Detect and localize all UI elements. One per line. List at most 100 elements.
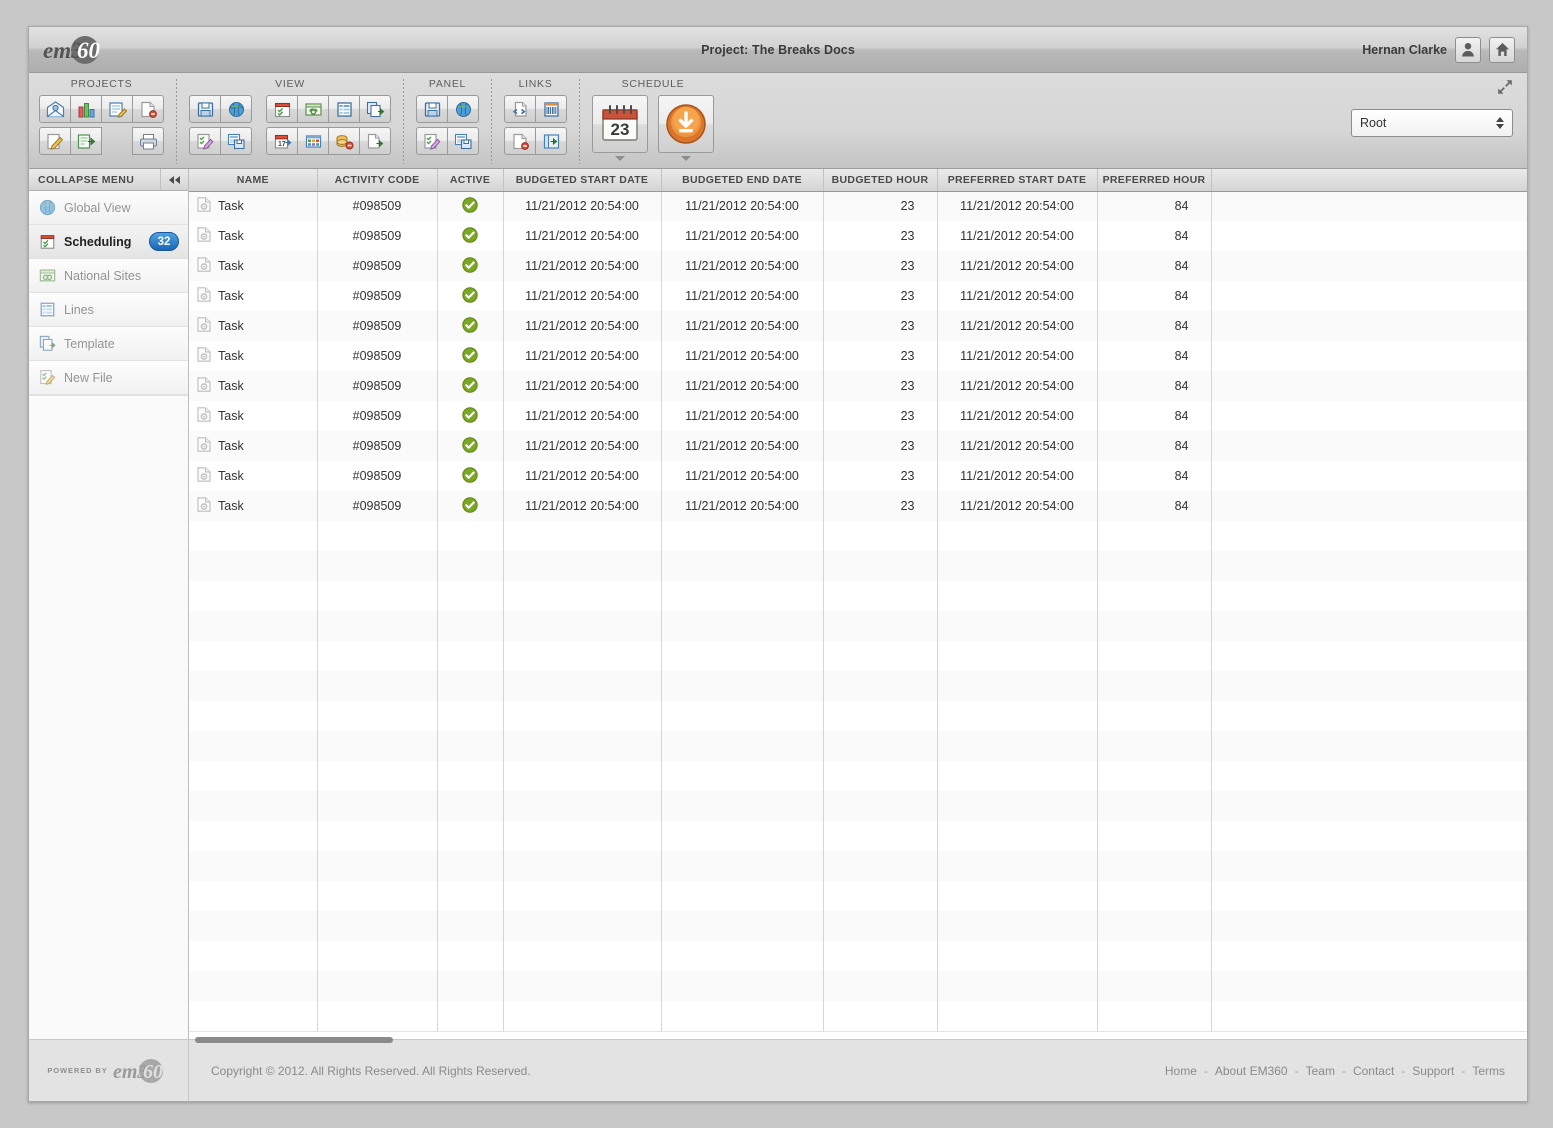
user-silhouette-icon[interactable] — [1455, 36, 1481, 63]
sidebar-item-national-sites[interactable]: National Sites — [29, 259, 188, 293]
cell-filler — [1211, 281, 1527, 311]
cell-code: #098509 — [317, 491, 438, 521]
footer-link-support[interactable]: Support — [1412, 1064, 1454, 1078]
document-delete-icon[interactable] — [132, 95, 164, 123]
document-edit-icon[interactable] — [101, 95, 133, 123]
table-row-empty — [189, 581, 1527, 611]
report-save-icon[interactable] — [447, 127, 479, 155]
document-export-icon[interactable] — [70, 127, 102, 155]
cell-empty — [1211, 611, 1527, 641]
report-save-icon[interactable] — [220, 127, 252, 155]
globe-icon[interactable] — [220, 95, 252, 123]
printer-icon[interactable] — [132, 127, 164, 155]
grid-color-icon[interactable] — [297, 127, 329, 155]
task-name-label: Task — [218, 289, 244, 303]
table-row[interactable]: Task #098509 11/21/2012 20:54:00 11/21/2012… — [189, 281, 1527, 311]
cell-empty — [661, 941, 824, 971]
column-header-filler[interactable] — [1211, 169, 1527, 192]
sidebar-item-lines[interactable]: Lines — [29, 293, 188, 327]
scope-select[interactable]: Root — [1351, 109, 1513, 137]
document-edit-pencil-icon[interactable] — [189, 127, 221, 155]
sidebar-item-scheduling[interactable]: Scheduling 32 — [29, 225, 188, 259]
calendar-check-icon[interactable] — [266, 95, 298, 123]
document-gear-icon — [197, 437, 211, 455]
sidebar-item-global-view[interactable]: Global View — [29, 191, 188, 225]
table-row-empty — [189, 791, 1527, 821]
table-row[interactable]: Task #098509 11/21/2012 20:54:00 11/21/2012… — [189, 371, 1527, 401]
barcode-icon[interactable] — [535, 95, 567, 123]
cell-empty — [661, 581, 824, 611]
cell-code: #098509 — [317, 221, 438, 251]
footer-link-about-em360[interactable]: About EM360 — [1215, 1064, 1288, 1078]
cell-bend: 11/21/2012 20:54:00 — [661, 401, 824, 431]
expand-fullscreen-icon[interactable] — [1497, 79, 1513, 100]
home-icon[interactable] — [1489, 36, 1515, 63]
sidebar-item-new-file[interactable]: New File — [29, 361, 188, 395]
table-row[interactable]: Task #098509 11/21/2012 20:54:00 11/21/2012… — [189, 401, 1527, 431]
coins-delete-icon[interactable] — [328, 127, 360, 155]
cell-empty — [437, 911, 504, 941]
calendar-17-icon[interactable]: 17 — [266, 127, 298, 155]
column-header-name[interactable]: NAME — [189, 169, 318, 192]
cell-empty — [1211, 581, 1527, 611]
schedule-calendar-dropdown-caret[interactable] — [615, 156, 625, 161]
cell-filler — [1211, 221, 1527, 251]
cell-empty — [1097, 611, 1212, 641]
code-document-icon[interactable] — [504, 95, 536, 123]
table-row[interactable]: Task #098509 11/21/2012 20:54:00 11/21/2012… — [189, 311, 1527, 341]
table-row[interactable]: Task #098509 11/21/2012 20:54:00 11/21/2012… — [189, 491, 1527, 521]
table-row[interactable]: Task #098509 11/21/2012 20:54:00 11/21/2012… — [189, 221, 1527, 251]
cell-filler — [1211, 431, 1527, 461]
schedule-download-dropdown-caret[interactable] — [681, 156, 691, 161]
document-gear-icon — [197, 407, 211, 425]
column-header-bend[interactable]: BUDGETED END DATE — [661, 169, 824, 192]
pencil-edit-icon[interactable] — [39, 127, 71, 155]
bar-chart-icon[interactable] — [70, 95, 102, 123]
cell-bhour: 23 — [823, 491, 938, 521]
download-circle-icon[interactable] — [658, 95, 714, 153]
save-floppy-icon[interactable] — [416, 95, 448, 123]
task-name-label: Task — [218, 199, 244, 214]
cell-phour: 84 — [1097, 281, 1212, 311]
document-delete-icon[interactable] — [504, 127, 536, 155]
footer-link-team[interactable]: Team — [1306, 1064, 1335, 1078]
window-link-icon[interactable] — [297, 95, 329, 123]
cell-empty — [1097, 731, 1212, 761]
cell-empty — [189, 731, 318, 761]
document-arrow-icon[interactable] — [359, 127, 391, 155]
column-header-pstart[interactable]: PREFERRED START DATE — [937, 169, 1098, 192]
panel-arrow-icon[interactable] — [535, 127, 567, 155]
copy-export-icon[interactable] — [359, 95, 391, 123]
mail-open-icon[interactable] — [39, 95, 71, 123]
document-edit-pencil-icon[interactable] — [416, 127, 448, 155]
table-row[interactable]: Task #098509 11/21/2012 20:54:00 11/21/2012… — [189, 461, 1527, 491]
globe-icon[interactable] — [447, 95, 479, 123]
cell-empty — [1097, 941, 1212, 971]
footer-link-home[interactable]: Home — [1165, 1064, 1197, 1078]
cell-empty — [937, 941, 1098, 971]
column-header-bstart[interactable]: BUDGETED START DATE — [503, 169, 662, 192]
table-row[interactable]: Task #098509 11/21/2012 20:54:00 11/21/2012… — [189, 251, 1527, 281]
horizontal-scrollbar[interactable] — [189, 1031, 1527, 1043]
cell-empty — [1211, 761, 1527, 791]
table-row[interactable]: Task #098509 11/21/2012 20:54:00 11/21/2012… — [189, 341, 1527, 371]
column-header-active[interactable]: ACTIVE — [437, 169, 504, 192]
scrollbar-thumb[interactable] — [195, 1037, 393, 1043]
save-floppy-icon[interactable] — [189, 95, 221, 123]
check-circle-green-icon — [462, 286, 478, 306]
cell-code: #098509 — [317, 431, 438, 461]
column-header-bhour[interactable]: BUDGETED HOUR — [823, 169, 938, 192]
cell-bhour: 23 — [823, 281, 938, 311]
footer-link-terms[interactable]: Terms — [1472, 1064, 1505, 1078]
double-chevron-left-icon[interactable] — [160, 169, 188, 190]
svg-text:60: 60 — [77, 38, 101, 63]
calendar-23-icon[interactable]: 23 — [592, 95, 648, 153]
column-header-code[interactable]: ACTIVITY CODE — [317, 169, 438, 192]
table-row[interactable]: Task #098509 11/21/2012 20:54:00 11/21/2012… — [189, 431, 1527, 461]
table-list-icon[interactable] — [328, 95, 360, 123]
footer-link-contact[interactable]: Contact — [1353, 1064, 1394, 1078]
sidebar-item-template[interactable]: Template — [29, 327, 188, 361]
table-row[interactable]: Task #098509 11/21/2012 20:54:00 11/21/2012… — [189, 191, 1527, 221]
column-header-phour[interactable]: PREFERRED HOUR — [1097, 169, 1212, 192]
ribbon-group-links: LINKS — [494, 73, 577, 168]
